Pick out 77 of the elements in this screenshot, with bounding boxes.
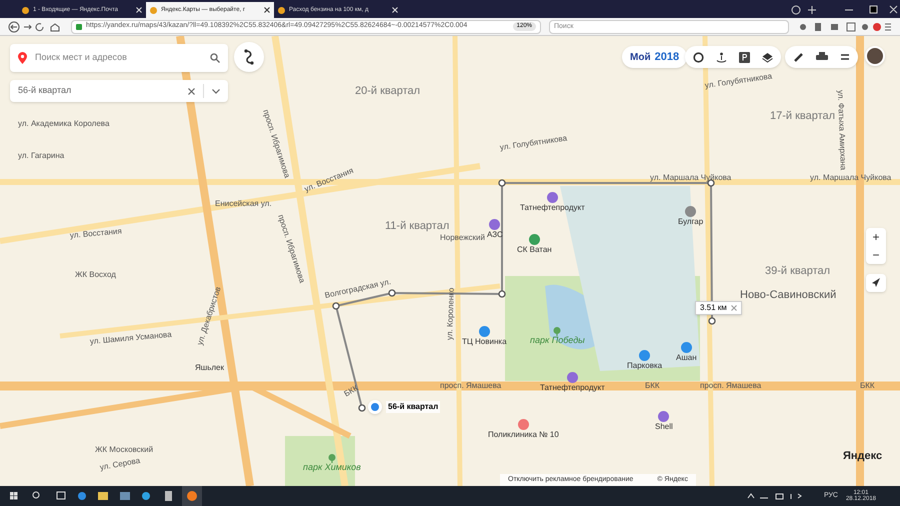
avatar-icon[interactable] xyxy=(865,46,885,66)
place-label: Татнефтепродукт xyxy=(520,204,585,212)
layers-icon[interactable] xyxy=(762,52,773,62)
lock-icon xyxy=(76,24,82,30)
street-label: просп. Ямашева xyxy=(440,382,502,390)
route-point-label: 56-й квартал xyxy=(386,401,440,413)
zoom-in-button[interactable]: + xyxy=(866,228,886,246)
street-label: БКК xyxy=(860,382,875,390)
street-label: ул. Короленко xyxy=(446,288,456,340)
park-label: парк Победы xyxy=(530,336,585,345)
place-search-field[interactable]: Поиск мест и адресов xyxy=(35,51,202,65)
street-label: просп. Ямашева xyxy=(700,382,762,390)
street-label: БКК xyxy=(343,384,360,398)
poi-marker-icon[interactable] xyxy=(658,411,670,422)
poi-marker-icon[interactable] xyxy=(685,206,696,217)
poi-marker-icon[interactable] xyxy=(478,326,490,337)
search-icon[interactable] xyxy=(210,53,220,63)
street-label: ул. Серова xyxy=(99,457,141,472)
place-label: Парковка xyxy=(627,362,662,370)
distance-text: 3.51 км xyxy=(700,302,727,314)
street-label: ЖК Московский xyxy=(95,446,154,454)
street-label: Енисейская ул. xyxy=(215,200,272,208)
place-label: Булгар xyxy=(678,218,704,226)
tab-favicon-icon xyxy=(22,6,29,14)
district-label: 39-й квартал xyxy=(765,266,830,277)
logo-text: Яндекс xyxy=(843,449,882,464)
place-label: ТЦ Новинка xyxy=(462,338,507,346)
district-label: 17-й квартал xyxy=(770,111,836,122)
close-icon[interactable] xyxy=(264,7,270,13)
street-label: Норвежский xyxy=(440,234,485,242)
street-label: ЖК Восход xyxy=(75,271,116,279)
place-label: Яшьлек xyxy=(195,364,224,372)
search-bar[interactable]: Поиск мест и адресов xyxy=(10,44,228,72)
street-label: ул. Гагарина xyxy=(18,152,64,160)
place-label: Ашан xyxy=(676,354,697,362)
route-swap-button[interactable] xyxy=(234,42,264,72)
window-controls-drawing[interactable] xyxy=(790,4,900,16)
district-label: 20-й квартал xyxy=(355,86,420,97)
chevron-down-icon[interactable] xyxy=(212,88,220,94)
route-bar[interactable]: 56-й квартал xyxy=(10,80,228,102)
street-label: ул. Академика Королева xyxy=(18,120,110,128)
tab-favicon-icon xyxy=(150,6,157,14)
park-label: парк Химиков xyxy=(303,463,361,472)
street-label: ул. Фатыха Амирхана xyxy=(836,90,847,170)
place-label: Татнефтепродукт xyxy=(540,384,605,392)
tree-icon xyxy=(553,327,562,336)
ring-icon[interactable] xyxy=(693,52,704,62)
tree-icon xyxy=(328,454,336,463)
toolbar-icons-drawing[interactable] xyxy=(797,20,892,32)
street-label: БКК xyxy=(645,382,660,390)
location-arrow-button[interactable] xyxy=(866,274,886,292)
street-label: ул. Голубятникова xyxy=(499,134,568,152)
route-point-marker-icon[interactable] xyxy=(368,400,382,414)
zoom-out-button[interactable]: − xyxy=(866,246,886,264)
place-label: СК Ватан xyxy=(517,246,552,254)
street-label: ул. Шамиля Усманова xyxy=(90,330,172,346)
street-label: ул. Маршала Чуйкова xyxy=(650,174,732,182)
tab-favicon-icon xyxy=(278,6,285,14)
place-label: Поликлиника № 10 xyxy=(488,431,559,439)
clear-icon[interactable] xyxy=(188,88,195,94)
parking-icon[interactable] xyxy=(739,52,750,62)
route-field[interactable]: 56-й квартал xyxy=(18,84,180,98)
promo-badge[interactable]: Мой 2018 xyxy=(622,46,688,68)
district-label: 11-й квартал xyxy=(385,221,450,232)
ruler-icon[interactable] xyxy=(793,52,804,62)
menu-icon[interactable] xyxy=(840,53,850,61)
map-pin-icon xyxy=(18,52,27,64)
poi-marker-icon[interactable] xyxy=(489,219,500,230)
street-label: ул. Восстания xyxy=(70,227,122,240)
street-label: ул. Голубятникова xyxy=(704,72,773,90)
poi-marker-icon[interactable] xyxy=(546,192,558,203)
poi-marker-icon[interactable] xyxy=(518,419,529,430)
promo-word: Мой xyxy=(630,50,651,64)
district-label: Ново-Савиновский xyxy=(740,290,836,301)
place-label: Shell xyxy=(655,423,673,431)
promo-year: 2018 xyxy=(654,50,680,65)
poi-marker-icon[interactable] xyxy=(528,234,540,245)
